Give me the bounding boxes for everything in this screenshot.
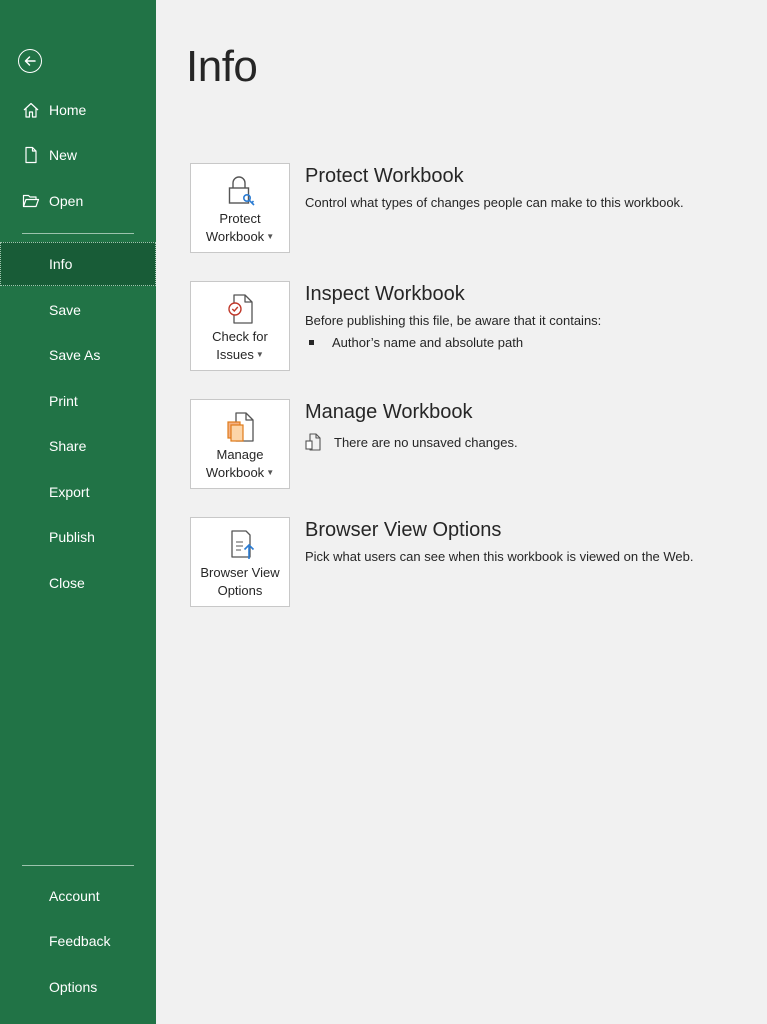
nav-item-label: Publish bbox=[49, 529, 95, 545]
nav-item-save-as[interactable]: Save As bbox=[0, 333, 156, 377]
nav-item-label: Feedback bbox=[49, 933, 111, 949]
tile-label: Browser View Options bbox=[200, 565, 280, 598]
arrow-left-icon bbox=[24, 56, 36, 66]
lock-key-icon bbox=[228, 176, 255, 206]
document-icon bbox=[305, 433, 321, 451]
nav-item-info[interactable]: Info bbox=[0, 242, 156, 286]
home-icon bbox=[22, 101, 40, 119]
nav-item-home[interactable]: Home bbox=[0, 88, 156, 132]
nav-item-label: Close bbox=[49, 575, 85, 591]
protect-workbook-button[interactable]: Protect Workbook ▼ bbox=[190, 163, 290, 253]
nav-item-label: Options bbox=[49, 979, 98, 995]
nav-item-account[interactable]: Account bbox=[0, 874, 156, 918]
nav-item-publish[interactable]: Publish bbox=[0, 515, 156, 559]
list-item: Author’s name and absolute path bbox=[305, 335, 523, 350]
chevron-down-icon: ▼ bbox=[266, 468, 275, 477]
section-title: Manage Workbook bbox=[305, 401, 473, 423]
section-description: Pick what users can see when this workbo… bbox=[305, 549, 694, 564]
section-title: Inspect Workbook bbox=[305, 283, 465, 305]
nav-item-label: Home bbox=[49, 102, 87, 118]
tile-label: Protect Workbook ▼ bbox=[205, 211, 275, 244]
browser-view-options-button[interactable]: Browser View Options bbox=[190, 517, 290, 607]
nav-item-label: New bbox=[49, 147, 78, 163]
section-title: Protect Workbook bbox=[305, 165, 464, 187]
nav-item-close[interactable]: Close bbox=[0, 561, 156, 605]
nav-item-new[interactable]: New bbox=[0, 133, 156, 177]
backstage-sidebar: Home New Open Info Save Save As Print Sh… bbox=[0, 0, 156, 1024]
check-for-issues-button[interactable]: Check for Issues ▼ bbox=[190, 281, 290, 371]
nav-item-label: Save As bbox=[49, 347, 101, 363]
section-description: Before publishing this file, be aware th… bbox=[305, 313, 602, 328]
chevron-down-icon: ▼ bbox=[266, 232, 275, 241]
nav-item-print[interactable]: Print bbox=[0, 379, 156, 423]
manage-workbook-button[interactable]: Manage Workbook ▼ bbox=[190, 399, 290, 489]
section-description: Control what types of changes people can… bbox=[305, 195, 684, 210]
nav-item-export[interactable]: Export bbox=[0, 470, 156, 514]
nav-item-label: Share bbox=[49, 438, 87, 454]
document-check-icon bbox=[228, 294, 253, 324]
nav-item-label: Save bbox=[49, 302, 81, 318]
document-versions-icon bbox=[227, 412, 254, 442]
section-title: Browser View Options bbox=[305, 519, 502, 541]
sidebar-divider bbox=[22, 865, 134, 866]
nav-item-label: Account bbox=[49, 888, 100, 904]
sidebar-divider bbox=[22, 233, 134, 234]
nav-item-label: Print bbox=[49, 393, 78, 409]
folder-open-icon bbox=[22, 192, 40, 210]
nav-item-feedback[interactable]: Feedback bbox=[0, 919, 156, 963]
nav-item-label: Export bbox=[49, 484, 90, 500]
browser-view-icon bbox=[231, 530, 255, 559]
nav-item-label: Open bbox=[49, 193, 84, 209]
nav-item-open[interactable]: Open bbox=[0, 179, 156, 223]
back-button[interactable] bbox=[18, 49, 42, 73]
nav-item-save[interactable]: Save bbox=[0, 288, 156, 332]
chevron-down-icon: ▼ bbox=[255, 350, 264, 359]
nav-item-label: Info bbox=[49, 256, 73, 272]
new-document-icon bbox=[22, 146, 40, 164]
status-row: There are no unsaved changes. bbox=[305, 433, 518, 451]
status-text: There are no unsaved changes. bbox=[334, 434, 518, 450]
nav-item-options[interactable]: Options bbox=[0, 965, 156, 1009]
tile-label: Manage Workbook ▼ bbox=[205, 447, 275, 480]
bullet-icon bbox=[309, 340, 314, 345]
page-title: Info bbox=[186, 42, 258, 91]
nav-item-share[interactable]: Share bbox=[0, 424, 156, 468]
tile-label: Check for Issues ▼ bbox=[212, 329, 268, 362]
